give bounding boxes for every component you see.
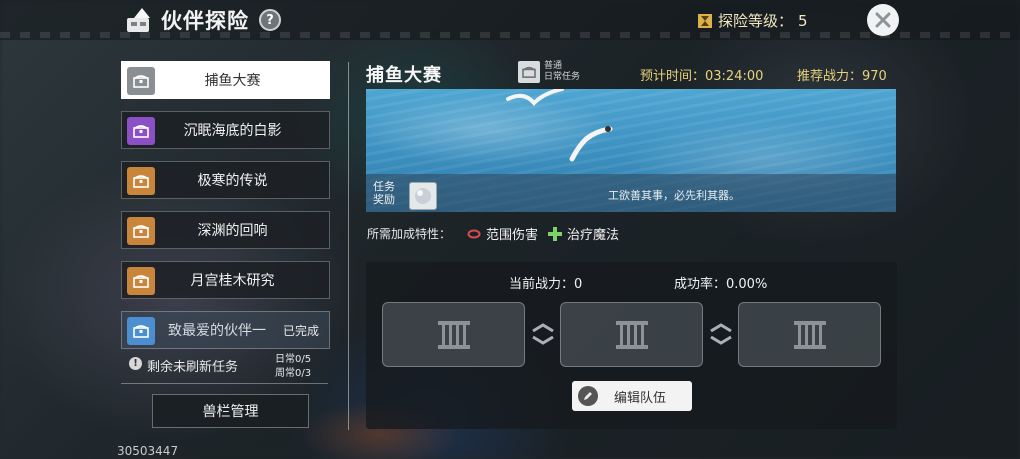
current-power: 当前战力：0 — [509, 277, 583, 292]
chest-icon — [127, 317, 155, 345]
adventure-icon — [127, 8, 150, 32]
task-quote: 工欲善其事，必先利其器。 — [608, 189, 740, 202]
cage-icon — [793, 320, 826, 349]
task-item-beloved-partner[interactable]: 致最爱的伙伴一 已完成 — [121, 311, 330, 349]
trait-label: 治疗魔法 — [567, 228, 620, 243]
seagull-icon — [506, 89, 564, 106]
reward-label: 任务 奖励 — [373, 180, 395, 206]
page-header: 伙伴探险 ? — [125, 5, 281, 35]
pearl-icon — [415, 188, 431, 204]
recommended-power: 推荐战力：970 — [797, 69, 887, 84]
trait-healing: 治疗魔法 — [548, 224, 619, 243]
success-rate: 成功率：0.00% — [674, 277, 768, 292]
chest-icon — [518, 61, 540, 83]
completed-tag: 已完成 — [282, 323, 319, 338]
task-item-frost-legend[interactable]: 极寒的传说 — [121, 161, 330, 199]
help-button[interactable]: ? — [259, 9, 281, 31]
reward-label-line: 任务 — [373, 180, 395, 193]
level-label: 探险等级： — [718, 12, 794, 30]
refresh-text: 剩余未刷新任务 — [147, 360, 239, 375]
ring-icon — [467, 229, 481, 238]
plus-icon — [548, 226, 563, 241]
close-icon — [875, 12, 891, 28]
pen-management-button[interactable]: 兽栏管理 — [152, 394, 309, 428]
team-panel: 当前战力：0 成功率：0.00% 编辑队伍 — [366, 262, 897, 429]
task-type-text: 普通 日常任务 — [544, 61, 580, 83]
refresh-counts: 日常0/5 周常0/3 — [275, 353, 311, 381]
chest-icon — [127, 167, 155, 195]
daily-count: 日常0/5 — [275, 354, 312, 365]
task-type-badge: 普通 日常任务 — [518, 61, 580, 83]
panel-divider — [348, 62, 349, 430]
reward-item[interactable] — [409, 182, 437, 210]
chest-icon — [127, 67, 155, 95]
warning-icon: ! — [129, 357, 142, 370]
traits-label: 所需加成特性： — [367, 227, 452, 241]
page-title: 伙伴探险 — [161, 9, 249, 33]
adventure-level: 探险等级： 5 — [697, 10, 808, 31]
edit-icon — [578, 386, 598, 406]
reward-label-line: 奖励 — [373, 193, 395, 206]
trait-aoe: 范围伤害 — [467, 224, 538, 243]
close-button[interactable] — [867, 4, 899, 36]
task-item-abyss-echo[interactable]: 深渊的回响 — [121, 211, 330, 249]
trait-label: 范围伤害 — [486, 228, 539, 243]
edit-team-button[interactable]: 编辑队伍 — [572, 381, 692, 411]
task-item-fishing[interactable]: 捕鱼大赛 — [121, 61, 330, 99]
chest-icon — [127, 117, 155, 145]
task-item-moon-palace[interactable]: 月宫桂木研究 — [121, 261, 330, 299]
required-traits: 所需加成特性： 范围伤害 治疗魔法 — [367, 224, 629, 243]
cage-icon — [615, 320, 648, 349]
task-title: 捕鱼大赛 — [366, 65, 442, 86]
user-id: 30503447 — [117, 444, 179, 458]
seagull-icon — [569, 126, 613, 162]
team-slot-1[interactable] — [382, 302, 525, 367]
task-category: 日常任务 — [544, 72, 581, 82]
level-value: 5 — [798, 11, 808, 30]
estimated-time: 预计时间：03:24:00 — [640, 69, 764, 84]
divider-line — [121, 383, 328, 384]
swap-icon[interactable] — [707, 320, 735, 348]
chest-icon — [127, 267, 155, 295]
chest-icon — [127, 217, 155, 245]
team-slot-3[interactable] — [738, 302, 881, 367]
task-list: 捕鱼大赛 沉眠海底的白影 极寒的传说 深渊的回响 月宫桂木研究 致最爱的伙伴一 … — [121, 61, 330, 361]
team-slot-2[interactable] — [560, 302, 703, 367]
task-item-white-shadow[interactable]: 沉眠海底的白影 — [121, 111, 330, 149]
task-rarity: 普通 — [544, 61, 563, 71]
hourglass-icon — [698, 13, 712, 28]
weekly-count: 周常0/3 — [275, 368, 312, 379]
cage-icon — [437, 320, 470, 349]
edit-team-label: 编辑队伍 — [613, 390, 666, 406]
refresh-status: ! 剩余未刷新任务 日常0/5 周常0/3 — [127, 353, 327, 383]
swap-icon[interactable] — [529, 320, 557, 348]
task-banner-image: 任务 奖励 工欲善其事，必先利其器。 — [366, 89, 896, 212]
